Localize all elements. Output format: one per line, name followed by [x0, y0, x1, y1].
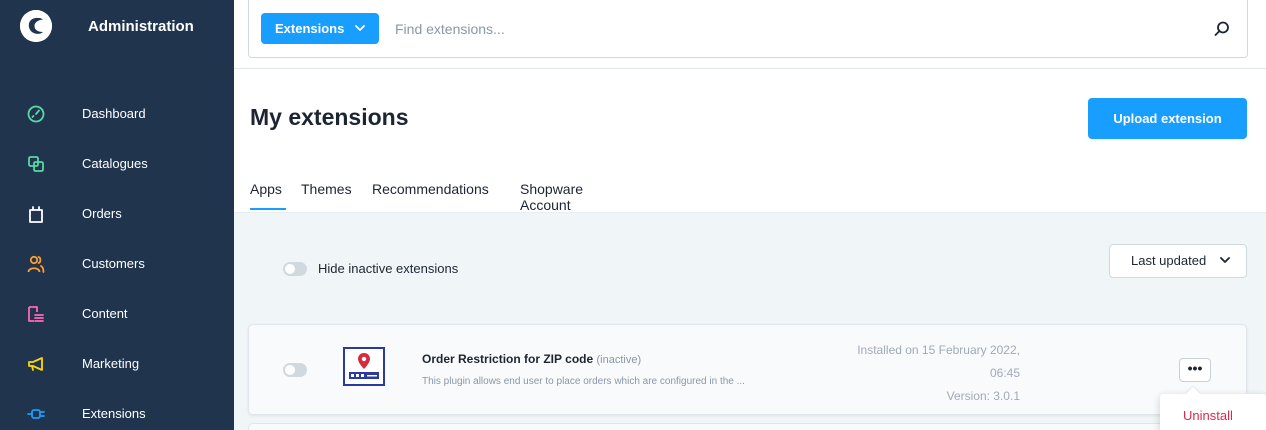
catalogues-icon	[28, 156, 44, 172]
admin-title: Administration	[88, 18, 194, 35]
extension-active-toggle[interactable]	[283, 363, 307, 377]
header-divider	[234, 68, 1266, 69]
sidebar-item-label: Extensions	[82, 406, 146, 421]
sidebar-item-customers[interactable]: Customers	[0, 244, 234, 284]
brand[interactable]: Administration	[0, 0, 234, 62]
more-actions-button[interactable]: •••	[1179, 358, 1211, 382]
orders-icon	[29, 206, 43, 223]
chevron-down-icon	[355, 25, 365, 31]
tab-shopware-account[interactable]: Shopware Account	[520, 181, 583, 213]
sidebar-item-label: Marketing	[82, 356, 140, 371]
search-bar: Extensions	[248, 0, 1248, 58]
dashboard-icon	[27, 105, 45, 123]
extension-status: (inactive)	[596, 354, 642, 366]
sidebar-item-content[interactable]: Content	[0, 294, 234, 334]
uninstall-menu-item[interactable]: Uninstall	[1183, 408, 1233, 423]
upload-extension-button[interactable]: Upload extension	[1088, 98, 1247, 139]
tab-apps[interactable]: Apps	[250, 181, 282, 197]
extension-version: Version: 3.0.1	[946, 389, 1020, 403]
extension-card	[248, 324, 1247, 415]
sidebar-item-orders[interactable]: Orders	[0, 194, 234, 234]
sort-select[interactable]: Last updated	[1109, 244, 1247, 278]
extension-description: This plugin allows end user to place ord…	[422, 376, 745, 387]
page-title: My extensions	[250, 104, 409, 130]
search-type-button[interactable]: Extensions	[261, 13, 379, 44]
sidebar-item-catalogues[interactable]: Catalogues	[0, 144, 234, 184]
extension-name: Order Restriction for ZIP code (inactive…	[422, 352, 641, 366]
installed-date: Installed on 15 February 2022,	[857, 343, 1020, 357]
sidebar-item-label: Orders	[82, 206, 122, 221]
hide-inactive-label: Hide inactive extensions	[318, 261, 459, 276]
extension-image	[343, 347, 385, 386]
sidebar-item-label: Customers	[82, 256, 145, 271]
content-icon	[28, 306, 44, 322]
sidebar: Administration Dashboard Catalogues Orde…	[0, 0, 234, 430]
sidebar-item-extensions[interactable]: Extensions	[0, 394, 234, 430]
sidebar-item-dashboard[interactable]: Dashboard	[0, 94, 234, 134]
active-tab-indicator	[250, 208, 286, 210]
customers-icon	[27, 255, 45, 273]
extensions-icon	[27, 409, 45, 419]
search-input[interactable]	[395, 17, 1175, 41]
sidebar-item-label: Content	[82, 306, 128, 321]
extension-name-text: Order Restriction for ZIP code	[422, 352, 594, 366]
search-icon[interactable]	[1213, 20, 1231, 38]
marketing-icon	[28, 357, 43, 371]
shopware-logo	[20, 10, 52, 42]
installed-time: 06:45	[989, 366, 1020, 380]
extension-card	[248, 423, 1247, 430]
search-type-label: Extensions	[275, 21, 345, 36]
tab-themes[interactable]: Themes	[301, 181, 352, 197]
hide-inactive-toggle[interactable]	[283, 262, 307, 276]
sidebar-item-marketing[interactable]: Marketing	[0, 344, 234, 384]
chevron-down-icon	[1220, 257, 1230, 263]
sidebar-item-label: Dashboard	[82, 106, 146, 121]
tab-recommendations[interactable]: Recommendations	[372, 181, 489, 197]
sort-select-value: Last updated	[1131, 253, 1207, 268]
sidebar-item-label: Catalogues	[82, 156, 148, 171]
